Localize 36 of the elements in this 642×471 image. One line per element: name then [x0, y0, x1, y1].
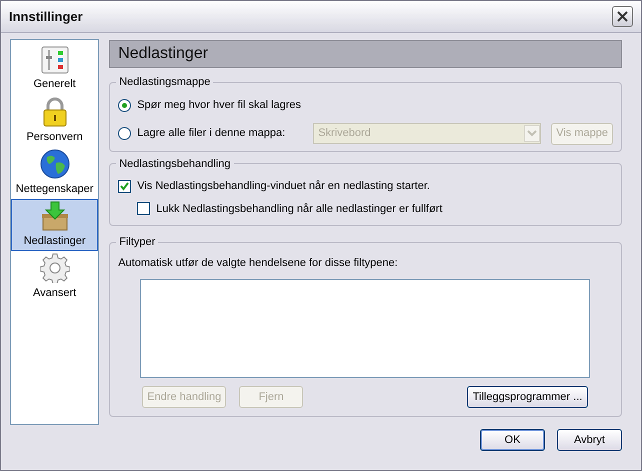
- sidebar-item[interactable]: Nedlastinger: [11, 199, 98, 251]
- sidebar-item[interactable]: Personvern: [11, 95, 98, 147]
- sidebar-label: Nedlastinger: [24, 234, 86, 249]
- radio-button[interactable]: [118, 127, 132, 140]
- radio-label: Lagre alle filer i denne mappa:: [137, 126, 286, 142]
- dialog-button[interactable]: Avbryt: [557, 429, 622, 451]
- chevron-down-icon: [524, 125, 540, 142]
- sliders-icon: [40, 46, 69, 74]
- sidebar-label: Personvern: [26, 130, 83, 145]
- radio-button[interactable]: [118, 99, 132, 112]
- gear-icon: [40, 252, 70, 283]
- file-type-list[interactable]: [140, 279, 590, 378]
- page-title: Nedlastinger: [118, 44, 208, 64]
- checkbox[interactable]: [118, 180, 132, 193]
- checkbox[interactable]: [137, 202, 150, 216]
- dialog-button[interactable]: OK: [480, 429, 545, 451]
- checkbox-label: Vis Nedlastingsbehandling-vinduet når en nedlasting starter.: [137, 179, 430, 194]
- sidebar-item[interactable]: Nettegenskaper: [11, 147, 98, 199]
- close-button[interactable]: [612, 6, 633, 27]
- sidebar-label: Avansert: [33, 286, 76, 301]
- radio-label: Spør meg hvor hver fil skal lagres: [137, 98, 302, 114]
- download-box-icon: [40, 200, 70, 231]
- group-title: Nedlastingsmappe: [118, 75, 212, 90]
- sidebar-item[interactable]: Avansert: [11, 251, 98, 303]
- group-title: Filtyper: [118, 235, 156, 250]
- globe-icon: [40, 148, 70, 179]
- close-icon: [617, 11, 628, 22]
- window-title: Innstillinger: [9, 8, 83, 26]
- padlock-icon: [40, 96, 69, 127]
- group-title: Nedlastingsbehandling: [118, 156, 232, 172]
- checkbox-label: Lukk Nedlastingsbehandling når alle nedlastinger er fullført: [156, 202, 442, 216]
- description-text: Automatisk utfør de valgte hendelsene for disse filtypene:: [118, 256, 399, 270]
- sidebar-label: Generelt: [34, 76, 76, 92]
- action-button[interactable]: Tilleggsprogrammer ...: [467, 386, 588, 408]
- sidebar-item[interactable]: Generelt: [11, 43, 98, 95]
- sidebar-label: Nettegenskaper: [16, 182, 94, 197]
